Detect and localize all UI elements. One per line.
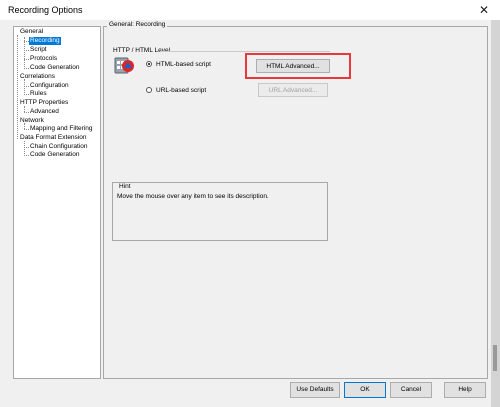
radio-dot (148, 63, 150, 65)
html-based-label: HTML-based script (156, 61, 211, 68)
tree-line (24, 129, 29, 130)
tree-line (24, 94, 29, 95)
background-scrollbar (493, 345, 497, 371)
window-title: Recording Options (8, 5, 83, 15)
ok-button[interactable]: OK (344, 382, 386, 398)
options-tree: General Recording Script Protocols Code … (13, 26, 101, 379)
help-button[interactable]: Help (444, 382, 486, 398)
tree-item-script[interactable]: Script (30, 46, 47, 54)
panel-title: General: Recording (107, 21, 168, 28)
tree-item-http-properties[interactable]: HTTP Properties (20, 99, 68, 107)
tree-line (24, 112, 29, 113)
url-based-label: URL-based script (156, 87, 207, 94)
tree-line (24, 59, 29, 60)
html-based-radio[interactable] (146, 61, 152, 67)
tree-item-code-generation-2[interactable]: Code Generation (30, 151, 80, 159)
url-advanced-button[interactable]: URL Advanced... (258, 83, 328, 97)
tree-line (24, 155, 29, 156)
tree-line (24, 147, 29, 148)
close-icon[interactable]: ✕ (472, 1, 496, 19)
tree-line (24, 68, 29, 69)
tree-item-network[interactable]: Network (20, 117, 44, 125)
recording-app-icon (114, 56, 136, 77)
tree-line (24, 79, 25, 95)
tree-item-chain-configuration[interactable]: Chain Configuration (30, 143, 87, 151)
tree-item-correlations[interactable]: Correlations (20, 73, 55, 81)
use-defaults-button[interactable]: Use Defaults (290, 382, 340, 398)
tree-item-advanced[interactable]: Advanced (30, 108, 59, 116)
tree-line (24, 141, 25, 156)
url-based-radio[interactable] (146, 87, 152, 93)
cancel-button[interactable]: Cancel (390, 382, 432, 398)
tree-item-data-format-extension[interactable]: Data Format Extension (20, 134, 86, 142)
hint-text: Move the mouse over any item to see its … (117, 193, 269, 200)
tree-item-protocols[interactable]: Protocols (30, 55, 57, 63)
hint-box (112, 182, 328, 241)
tree-item-rules[interactable]: Rules (30, 90, 47, 98)
highlight-box (245, 53, 351, 79)
tree-item-recording[interactable]: Recording (29, 37, 61, 45)
group-divider (160, 51, 330, 52)
tree-line (24, 86, 29, 87)
tree-item-code-generation[interactable]: Code Generation (30, 64, 80, 72)
tree-item-configuration[interactable]: Configuration (30, 82, 69, 90)
tree-item-general[interactable]: General (20, 28, 43, 36)
hint-label: Hint (118, 183, 132, 190)
tree-line (17, 35, 18, 139)
tree-item-mapping-and-filtering[interactable]: Mapping and Filtering (30, 125, 93, 133)
tree-line (24, 50, 29, 51)
